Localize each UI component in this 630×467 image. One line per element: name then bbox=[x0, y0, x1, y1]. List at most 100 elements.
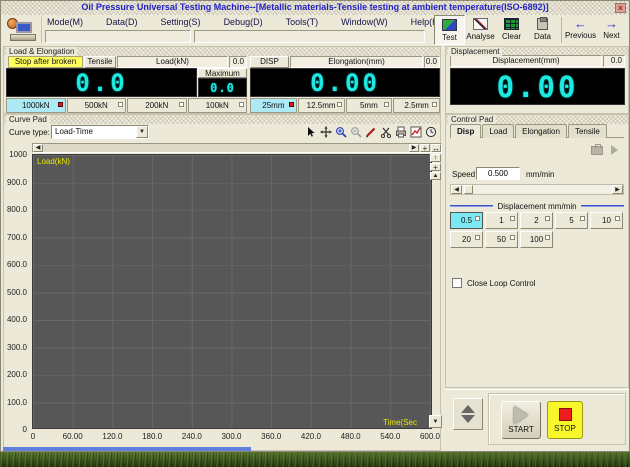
curve-type-select[interactable]: Load-Time ▼ bbox=[51, 125, 149, 139]
jog-up-down-button[interactable] bbox=[453, 398, 483, 430]
elongation-range-25mm[interactable]: 25mm bbox=[250, 98, 297, 113]
pen-tool-icon[interactable] bbox=[364, 125, 378, 139]
toolbar-next-button[interactable]: →Next bbox=[596, 15, 627, 45]
zoom-out-icon[interactable] bbox=[349, 125, 363, 139]
elongation-range-5mm[interactable]: 5mm bbox=[346, 98, 393, 113]
plot-y-ticks: 1000900.0800.0700.0600.0500.0400.0300.02… bbox=[4, 154, 29, 429]
elongation-range-12-5mm[interactable]: 12.5mm bbox=[298, 98, 345, 113]
speed-button-2[interactable]: 2 bbox=[520, 212, 553, 229]
tab-elongation[interactable]: Elongation bbox=[515, 124, 567, 138]
test-type-button[interactable]: Tensile bbox=[84, 56, 116, 68]
y-tick: 500.0 bbox=[4, 288, 27, 297]
x-tick: 420.0 bbox=[295, 432, 327, 441]
range-indicator bbox=[179, 102, 184, 107]
vplus-icon[interactable]: + bbox=[430, 163, 441, 171]
x-tick: 180.0 bbox=[136, 432, 168, 441]
toolbar-previous-button[interactable]: ←Previous bbox=[565, 15, 596, 45]
menu-bar: Mode(M) Data(D) Setting(S) Debug(D) Tools(T)… bbox=[47, 17, 442, 29]
prev-arrow-icon: ← bbox=[574, 18, 587, 29]
x-tick: 0 bbox=[17, 432, 49, 441]
printer-icon[interactable] bbox=[394, 125, 408, 139]
x-tick: 540.0 bbox=[374, 432, 406, 441]
plot-x-ticks: 060.00120.0180.0240.0300.0360.0420.0480.… bbox=[32, 432, 442, 442]
toolbar-separator bbox=[561, 17, 562, 43]
toolbar-clear-button[interactable]: Clear bbox=[496, 15, 527, 45]
scissors-icon[interactable] bbox=[379, 125, 393, 139]
play-icon bbox=[611, 145, 618, 155]
speed-scrollbar[interactable]: ◀ ▶ bbox=[450, 184, 624, 195]
curve-type-label: Curve type: bbox=[9, 128, 50, 137]
load-range-1000kn[interactable]: 1000kN bbox=[6, 98, 66, 113]
speed-button-10[interactable]: 10 bbox=[590, 212, 623, 229]
menu-tools-t[interactable]: Tools(T) bbox=[286, 17, 319, 29]
vfit-icon[interactable]: ↕ bbox=[430, 154, 441, 162]
speed-button-50[interactable]: 50 bbox=[485, 231, 518, 248]
speed-button-100[interactable]: 100 bbox=[520, 231, 553, 248]
window-title: Oil Pressure Universal Testing Machine--… bbox=[1, 2, 629, 12]
close-loop-checkbox[interactable] bbox=[452, 278, 462, 288]
load-range-100kn[interactable]: 100kN bbox=[188, 98, 248, 113]
curve-pad-group-label: Curve Pad bbox=[6, 115, 50, 124]
speed-button-5[interactable]: 5 bbox=[555, 212, 588, 229]
zoom-in-icon[interactable] bbox=[334, 125, 348, 139]
range-indicator bbox=[289, 102, 294, 107]
menu-setting-s[interactable]: Setting(S) bbox=[161, 17, 201, 29]
x-tick: 600.0 bbox=[414, 432, 446, 441]
speed-label: Speed bbox=[452, 170, 475, 179]
range-indicator bbox=[545, 235, 550, 240]
chevron-down-icon[interactable]: ▼ bbox=[136, 126, 148, 138]
start-button[interactable]: START bbox=[501, 401, 541, 439]
disp-mode-button[interactable]: DISP MODE bbox=[250, 56, 289, 68]
menu-window-w[interactable]: Window(W) bbox=[341, 17, 388, 29]
vup-icon[interactable]: ▲ bbox=[430, 172, 441, 180]
displacement-group: Displacement Displacement(mm) 0.0 0.00 bbox=[445, 46, 629, 114]
scroll-left-icon[interactable]: ◀ bbox=[451, 185, 462, 194]
maximum-value-display: 0.0 bbox=[198, 78, 247, 97]
curve-plot-area[interactable]: Load(kN) Time(Sec bbox=[32, 154, 432, 429]
range-indicator bbox=[475, 235, 480, 240]
toolbar-test-button[interactable]: Test bbox=[434, 15, 465, 45]
range-indicator bbox=[615, 216, 620, 221]
elongation-range-2-5mm[interactable]: 2.5mm bbox=[393, 98, 440, 113]
scroll-right-icon[interactable]: ▶ bbox=[612, 185, 623, 194]
tab-tensile[interactable]: Tensile bbox=[568, 124, 607, 138]
tab-load[interactable]: Load bbox=[482, 124, 514, 138]
clock-icon[interactable] bbox=[424, 125, 438, 139]
pan-left-icon[interactable]: ◀ bbox=[33, 144, 43, 152]
speed-button-20[interactable]: 20 bbox=[450, 231, 483, 248]
load-range-500kn[interactable]: 500kN bbox=[67, 98, 127, 113]
menu-debug-d[interactable]: Debug(D) bbox=[224, 17, 263, 29]
range-indicator bbox=[118, 102, 123, 107]
scrollbar-thumb[interactable] bbox=[464, 185, 473, 194]
stop-button[interactable]: STOP bbox=[547, 401, 583, 439]
close-icon[interactable]: × bbox=[615, 3, 626, 13]
cursor-tool-icon[interactable] bbox=[304, 125, 318, 139]
toolbar-data-button[interactable]: Data bbox=[527, 15, 558, 45]
menu-data-d[interactable]: Data(D) bbox=[106, 17, 138, 29]
plot-pan-scrollbar[interactable]: ◀ ▶ + ↔ bbox=[32, 143, 442, 153]
range-indicator bbox=[432, 102, 437, 107]
range-indicator bbox=[384, 102, 389, 107]
desktop-wallpaper bbox=[0, 452, 630, 467]
next-arrow-icon: → bbox=[605, 18, 618, 29]
speed-button-1[interactable]: 1 bbox=[485, 212, 518, 229]
pan-fit-icon[interactable]: ↔ bbox=[431, 144, 441, 152]
pan-zoom-plus-icon[interactable]: + bbox=[420, 144, 430, 152]
chart-icon[interactable] bbox=[409, 125, 423, 139]
tab-disp[interactable]: Disp bbox=[450, 124, 481, 138]
curve-pad-group: Curve Pad Curve type: Load-Time ▼ ◀ ▶ + … bbox=[3, 114, 441, 451]
toolbar-analyse-button[interactable]: Analyse bbox=[465, 15, 496, 45]
displacement-display: 0.00 bbox=[450, 68, 625, 105]
pan-right-icon[interactable]: ▶ bbox=[409, 144, 419, 152]
speed-button-0-5[interactable]: 0.5 bbox=[450, 212, 483, 229]
load-display: 0.0 bbox=[6, 68, 197, 97]
speed-input[interactable] bbox=[476, 167, 520, 180]
speed-divider-label: Displacement mm/min bbox=[493, 202, 580, 211]
menu-mode-m[interactable]: Mode(M) bbox=[47, 17, 83, 29]
stop-mode-indicator[interactable]: Stop after broken bbox=[8, 56, 83, 68]
elongation-header: Elongation(mm) bbox=[290, 56, 423, 68]
toolbar-well-2 bbox=[194, 30, 425, 43]
x-axis-dropdown-icon[interactable]: ▼ bbox=[429, 415, 442, 428]
load-range-200kn[interactable]: 200kN bbox=[127, 98, 187, 113]
pan-tool-icon[interactable] bbox=[319, 125, 333, 139]
